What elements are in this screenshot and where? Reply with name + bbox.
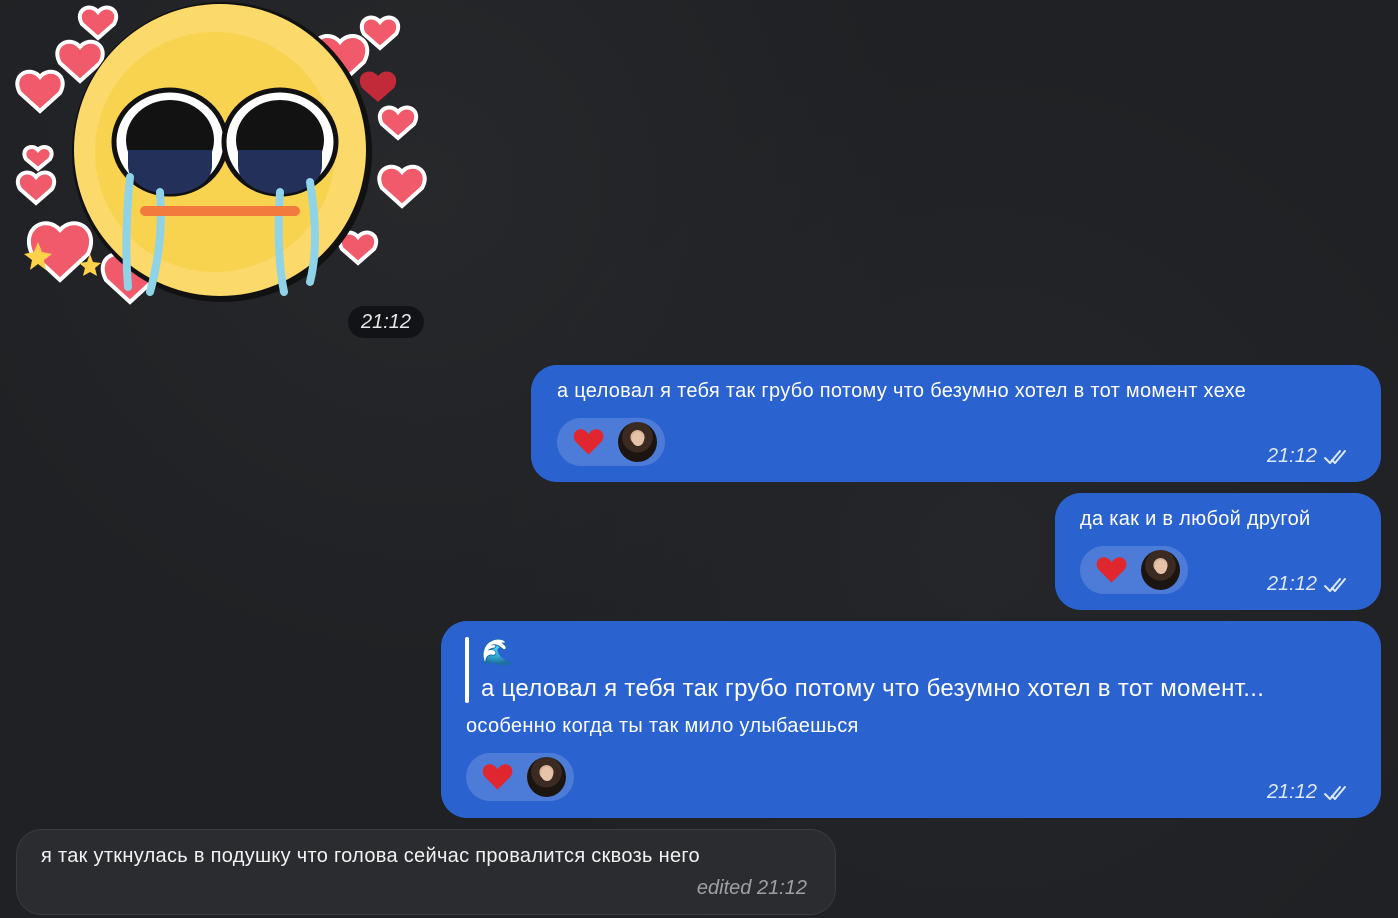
message-meta: 21:12 bbox=[1267, 445, 1353, 468]
reply-quote-text[interactable]: а целовал я тебя так грубо потому что бе… bbox=[481, 675, 1264, 703]
avatar bbox=[1141, 550, 1180, 590]
sticker-message[interactable]: 21:12 bbox=[10, 2, 430, 342]
reaction-chip[interactable] bbox=[1080, 546, 1188, 594]
avatar bbox=[527, 757, 566, 797]
message-bubble-incoming[interactable]: я так уткнулась в подушку что голова сей… bbox=[16, 829, 836, 915]
heart-icon bbox=[482, 764, 513, 790]
avatar bbox=[618, 422, 657, 462]
message-meta: 21:12 bbox=[1267, 573, 1353, 596]
message-edited-time: edited 21:12 bbox=[696, 877, 807, 899]
reaction-chip[interactable] bbox=[466, 753, 574, 801]
heart-icon bbox=[1096, 557, 1127, 583]
message-text: а целовал я тебя так грубо потому что бе… bbox=[557, 380, 1247, 402]
sticker-timestamp: 21:12 bbox=[348, 306, 424, 338]
message-text: я так уткнулась в подушку что голова сей… bbox=[41, 845, 700, 867]
reaction-chip[interactable] bbox=[557, 418, 665, 466]
message-text: особенно когда ты так мило улыбаешься bbox=[466, 715, 859, 737]
chat-view: 21:12 а целовал я тебя так грубо потому … bbox=[0, 0, 1398, 918]
crying-face-sticker-icon bbox=[15, 2, 427, 305]
message-time: 21:12 bbox=[1266, 445, 1317, 467]
double-check-icon bbox=[1324, 577, 1346, 592]
reply-quote-bar bbox=[465, 637, 469, 703]
heart-icon bbox=[573, 429, 604, 455]
message-bubble-outgoing[interactable]: а целовал я тебя так грубо потому что бе… bbox=[531, 365, 1381, 482]
reply-sender-emoji: 🌊 bbox=[481, 637, 514, 667]
message-bubble-outgoing[interactable]: 🌊 а целовал я тебя так грубо потому что … bbox=[441, 621, 1381, 818]
double-check-icon bbox=[1324, 785, 1346, 800]
message-time: 21:12 bbox=[1266, 573, 1317, 595]
message-meta: 21:12 bbox=[1267, 781, 1353, 804]
message-time: 21:12 bbox=[1266, 781, 1317, 803]
double-check-icon bbox=[1324, 449, 1346, 464]
message-bubble-outgoing[interactable]: да как и в любой другой 21:12 bbox=[1055, 493, 1381, 610]
message-text: да как и в любой другой bbox=[1080, 508, 1311, 530]
message-meta: edited 21:12 bbox=[697, 877, 807, 900]
